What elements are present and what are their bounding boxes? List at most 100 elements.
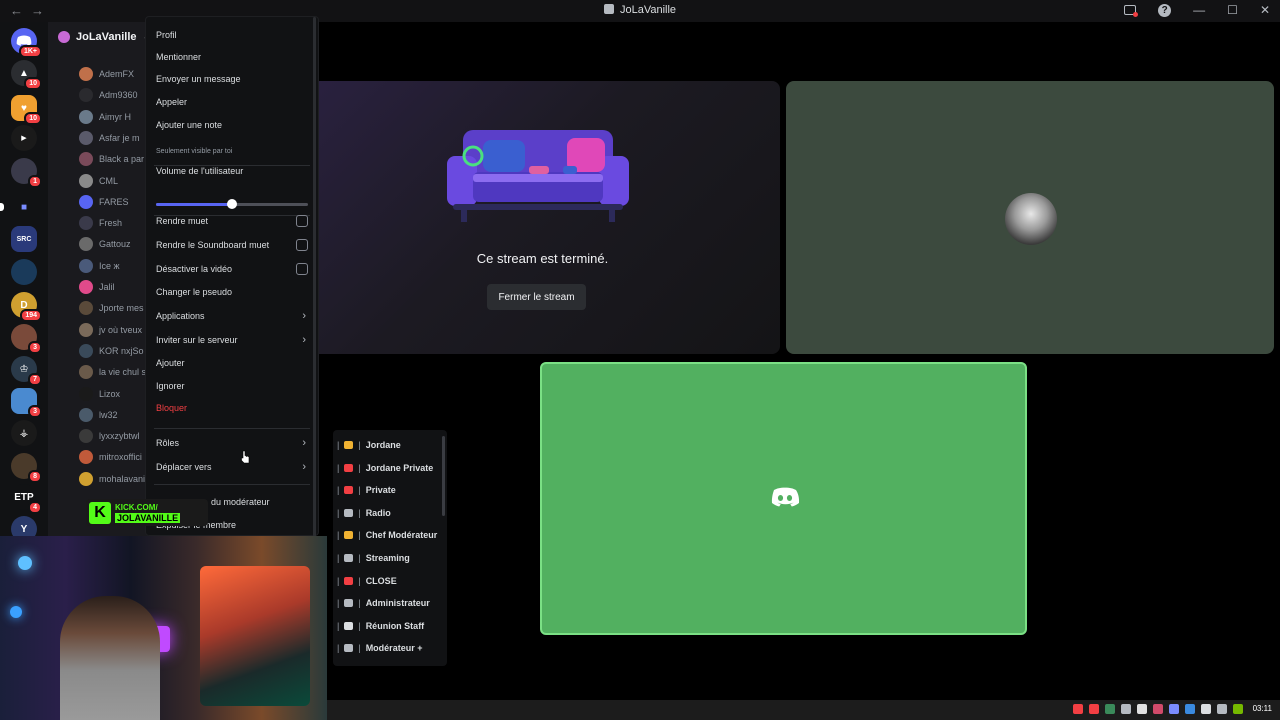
member-list-item[interactable]: CML: [79, 172, 118, 190]
role-separator: |: [358, 440, 361, 450]
avatar: [79, 152, 93, 167]
mic-icon[interactable]: [1072, 704, 1083, 714]
member-list-item[interactable]: Jporte mes: [79, 299, 144, 317]
speaking-tile[interactable]: [540, 362, 1027, 635]
app-icon[interactable]: [1104, 704, 1115, 714]
member-list-item[interactable]: Adm9360: [79, 86, 138, 104]
member-list-item[interactable]: lyxxzybtwl: [79, 427, 140, 445]
server-folder[interactable]: ■: [0, 194, 37, 220]
server-e[interactable]: D 194: [11, 292, 42, 322]
help-icon[interactable]: ?: [1158, 3, 1172, 17]
clock[interactable]: 03:11: [1253, 704, 1272, 714]
role-item[interactable]: | | Jordane Private: [337, 458, 439, 478]
server-g[interactable]: ♔ 7: [11, 356, 42, 386]
app-icon[interactable]: [1152, 704, 1163, 714]
member-list-item[interactable]: Black a par: [79, 150, 144, 168]
server-c[interactable]: 1: [11, 158, 42, 188]
role-item[interactable]: | | Chef Modérateur: [337, 525, 439, 545]
server-starea[interactable]: ▶: [11, 125, 37, 151]
menu-move-to[interactable]: Déplacer vers ›: [156, 457, 310, 477]
server-src[interactable]: SRC: [11, 226, 37, 252]
role-item[interactable]: | | Radio: [337, 503, 439, 523]
server-d[interactable]: [11, 259, 37, 285]
role-item[interactable]: | | CLOSE: [337, 571, 439, 591]
server-i[interactable]: ⚶: [11, 420, 37, 446]
role-item[interactable]: | | Administrateur: [337, 593, 439, 613]
menu-profile[interactable]: Profil: [156, 25, 310, 45]
member-list-item[interactable]: Asfar je m: [79, 129, 140, 147]
volume-slider-knob[interactable]: [227, 199, 237, 209]
chevron-up-icon[interactable]: [1120, 704, 1131, 714]
network-icon[interactable]: [1216, 704, 1227, 714]
maximize-button[interactable]: ☐: [1227, 3, 1238, 17]
server-a[interactable]: ▲ 10: [11, 60, 42, 90]
menu-mod-view[interactable]: du modérateur: [211, 492, 310, 512]
role-label: Modérateur +: [365, 643, 423, 654]
shield-icon[interactable]: [1136, 704, 1147, 714]
menu-add-note[interactable]: Ajouter une note: [156, 115, 310, 135]
nvidia-icon[interactable]: [1232, 704, 1243, 714]
role-label: Radio: [365, 507, 391, 518]
role-item[interactable]: | | Private: [337, 480, 439, 500]
menu-apps[interactable]: Applications ›: [156, 306, 310, 326]
volume-slider[interactable]: [156, 199, 308, 209]
user-tile[interactable]: [786, 81, 1274, 354]
disable-video-checkbox[interactable]: [296, 263, 308, 275]
mute-checkbox[interactable]: [296, 215, 308, 227]
member-name: Jalil: [99, 282, 115, 292]
server-b[interactable]: ♥ 10: [11, 95, 42, 125]
monitor-icon[interactable]: [1124, 5, 1139, 17]
avatar: [79, 343, 93, 358]
menu-block[interactable]: Bloquer: [156, 398, 310, 418]
server-h[interactable]: 3: [11, 388, 42, 418]
role-item[interactable]: | | Réunion Staff: [337, 616, 439, 636]
member-list-item[interactable]: FARES: [79, 193, 129, 211]
menu-scrollbar[interactable]: [313, 17, 316, 537]
role-item[interactable]: | | Modérateur +: [337, 638, 439, 658]
home-button[interactable]: 1K+: [11, 28, 42, 58]
menu-roles[interactable]: Rôles ›: [156, 433, 310, 453]
member-list-item[interactable]: lw32: [79, 406, 118, 424]
member-list-item[interactable]: AdemFX: [79, 65, 134, 83]
menu-mention[interactable]: Mentionner: [156, 47, 310, 67]
member-list-item[interactable]: mohalavani: [79, 470, 145, 488]
member-list-item[interactable]: Ice ж: [79, 257, 120, 275]
member-list-item[interactable]: Lizox: [79, 385, 120, 403]
rail-badge: 1: [28, 175, 42, 188]
member-list-item[interactable]: mitroxoffici: [79, 448, 142, 466]
minimize-button[interactable]: —: [1193, 3, 1205, 17]
server-f[interactable]: 3: [11, 324, 42, 354]
server-header[interactable]: JoLaVanille ⌄: [58, 30, 148, 43]
member-list-item[interactable]: Jalil: [79, 278, 115, 296]
member-list-item[interactable]: la vie chul s: [79, 363, 146, 381]
server-etp[interactable]: ETP 4: [11, 484, 42, 514]
avatar: [79, 67, 93, 81]
menu-change-nickname[interactable]: Changer le pseudo: [156, 282, 310, 302]
steam-icon[interactable]: [1168, 704, 1179, 714]
member-list-item[interactable]: Gattouz: [79, 235, 131, 253]
menu-ignore[interactable]: Ignorer: [156, 376, 310, 396]
server-j[interactable]: 8: [11, 453, 42, 483]
menu-mute[interactable]: Rendre muet: [156, 211, 310, 231]
soundboard-mute-checkbox[interactable]: [296, 239, 308, 251]
close-button[interactable]: ✕: [1260, 3, 1270, 17]
role-separator: |: [337, 575, 340, 586]
member-list-item[interactable]: jv où tveux: [79, 321, 142, 339]
menu-add[interactable]: Ajouter: [156, 353, 310, 373]
member-list-item[interactable]: Aimyr H: [79, 108, 131, 126]
record-icon[interactable]: [1088, 704, 1099, 714]
bluetooth-icon[interactable]: [1184, 704, 1195, 714]
role-item[interactable]: | | Streaming: [337, 548, 439, 568]
menu-invite-server[interactable]: Inviter sur le serveur ›: [156, 330, 310, 350]
role-item[interactable]: | | Jordane: [337, 435, 439, 455]
member-list-item[interactable]: KOR nxjSo: [79, 342, 144, 360]
menu-disable-video[interactable]: Désactiver la vidéo: [156, 259, 310, 279]
menu-apps-label: Applications: [156, 311, 205, 321]
member-list-item[interactable]: Fresh: [79, 214, 122, 232]
close-stream-button[interactable]: Fermer le stream: [487, 284, 586, 310]
menu-call[interactable]: Appeler: [156, 92, 310, 112]
menu-soundboard-mute[interactable]: Rendre le Soundboard muet: [156, 235, 310, 255]
menu-send-message[interactable]: Envoyer un message: [156, 69, 310, 89]
speaker-icon[interactable]: [1200, 704, 1211, 714]
roles-scrollbar[interactable]: [442, 436, 445, 516]
